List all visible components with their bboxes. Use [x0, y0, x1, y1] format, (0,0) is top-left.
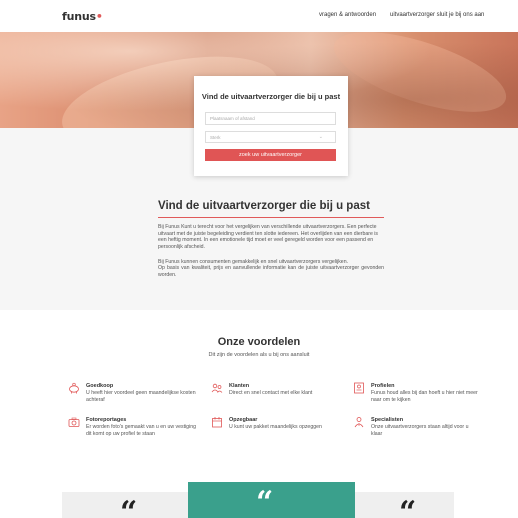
feature-desc: U kunt uw pakket maandelijks opzeggen	[229, 424, 322, 430]
camera-icon	[68, 417, 80, 427]
feature-desc: Onze uitvaartverzorgers staan altijd voo…	[371, 424, 469, 437]
feature-title: Specialisten	[371, 417, 404, 423]
feature-desc: Direct en snel contact met elke klant	[229, 390, 313, 396]
feature-desc: U heeft hier voordeel geen maandelijkse …	[86, 390, 196, 403]
advantages-subtitle: Dit zijn de voordelen als u bij ons aans…	[208, 352, 310, 358]
quote-icon: “	[120, 495, 138, 518]
intro-paragraph-3: Op basis van kwaliteit, prijs en aanvull…	[158, 265, 384, 278]
feature-title: Klanten	[229, 383, 250, 389]
chevron-down-icon: ⌄	[318, 134, 323, 140]
profile-icon	[354, 382, 364, 394]
logo-text: funus	[62, 10, 96, 23]
specialist-icon	[354, 417, 364, 428]
feature-title: Profielen	[371, 383, 395, 389]
intro-divider	[158, 217, 384, 218]
calendar-icon	[212, 417, 222, 428]
quote-icon: “	[399, 495, 417, 518]
feature-title: Goedkoop	[86, 383, 114, 389]
advantages-title: Onze voordelen	[217, 336, 301, 348]
nav-join[interactable]: uitvaartverzorger sluit je bij ons aan	[390, 12, 484, 18]
search-title: Vind de uitvaartverzorger die bij u past	[201, 92, 341, 101]
intro-title: Vind de uitvaartverzorger die bij u past	[158, 200, 370, 212]
site-header: funus• vragen & antwoorden uitvaartverzo…	[0, 0, 518, 32]
intro-paragraph-1: Bij Funus Kunt u terecht voor het vergel…	[158, 224, 379, 250]
nav-faq[interactable]: vragen & antwoorden	[319, 12, 376, 18]
users-icon	[211, 383, 223, 393]
feature-title: Fotoreportages	[86, 417, 127, 423]
radius-select-value: Sterk	[210, 135, 221, 140]
feature-title: Opzegbaar	[229, 417, 258, 423]
piggy-bank-icon	[69, 382, 79, 394]
quote-icon: “	[256, 485, 274, 518]
feature-desc: Er worden foto's gemaakt van u en uw ves…	[86, 424, 196, 437]
radius-select[interactable]: Sterk ⌄	[205, 131, 336, 143]
search-card: Vind de uitvaartverzorger die bij u past…	[194, 76, 348, 176]
search-button[interactable]: zoek uw uitvaartverzorger	[205, 149, 336, 161]
location-input[interactable]: Plaatsnaam of afstand	[205, 112, 336, 125]
feature-desc: Funus houd alles bij dan hoeft u hier ni…	[371, 390, 478, 403]
logo[interactable]: funus•	[62, 10, 103, 23]
logo-dot: •	[95, 10, 103, 23]
